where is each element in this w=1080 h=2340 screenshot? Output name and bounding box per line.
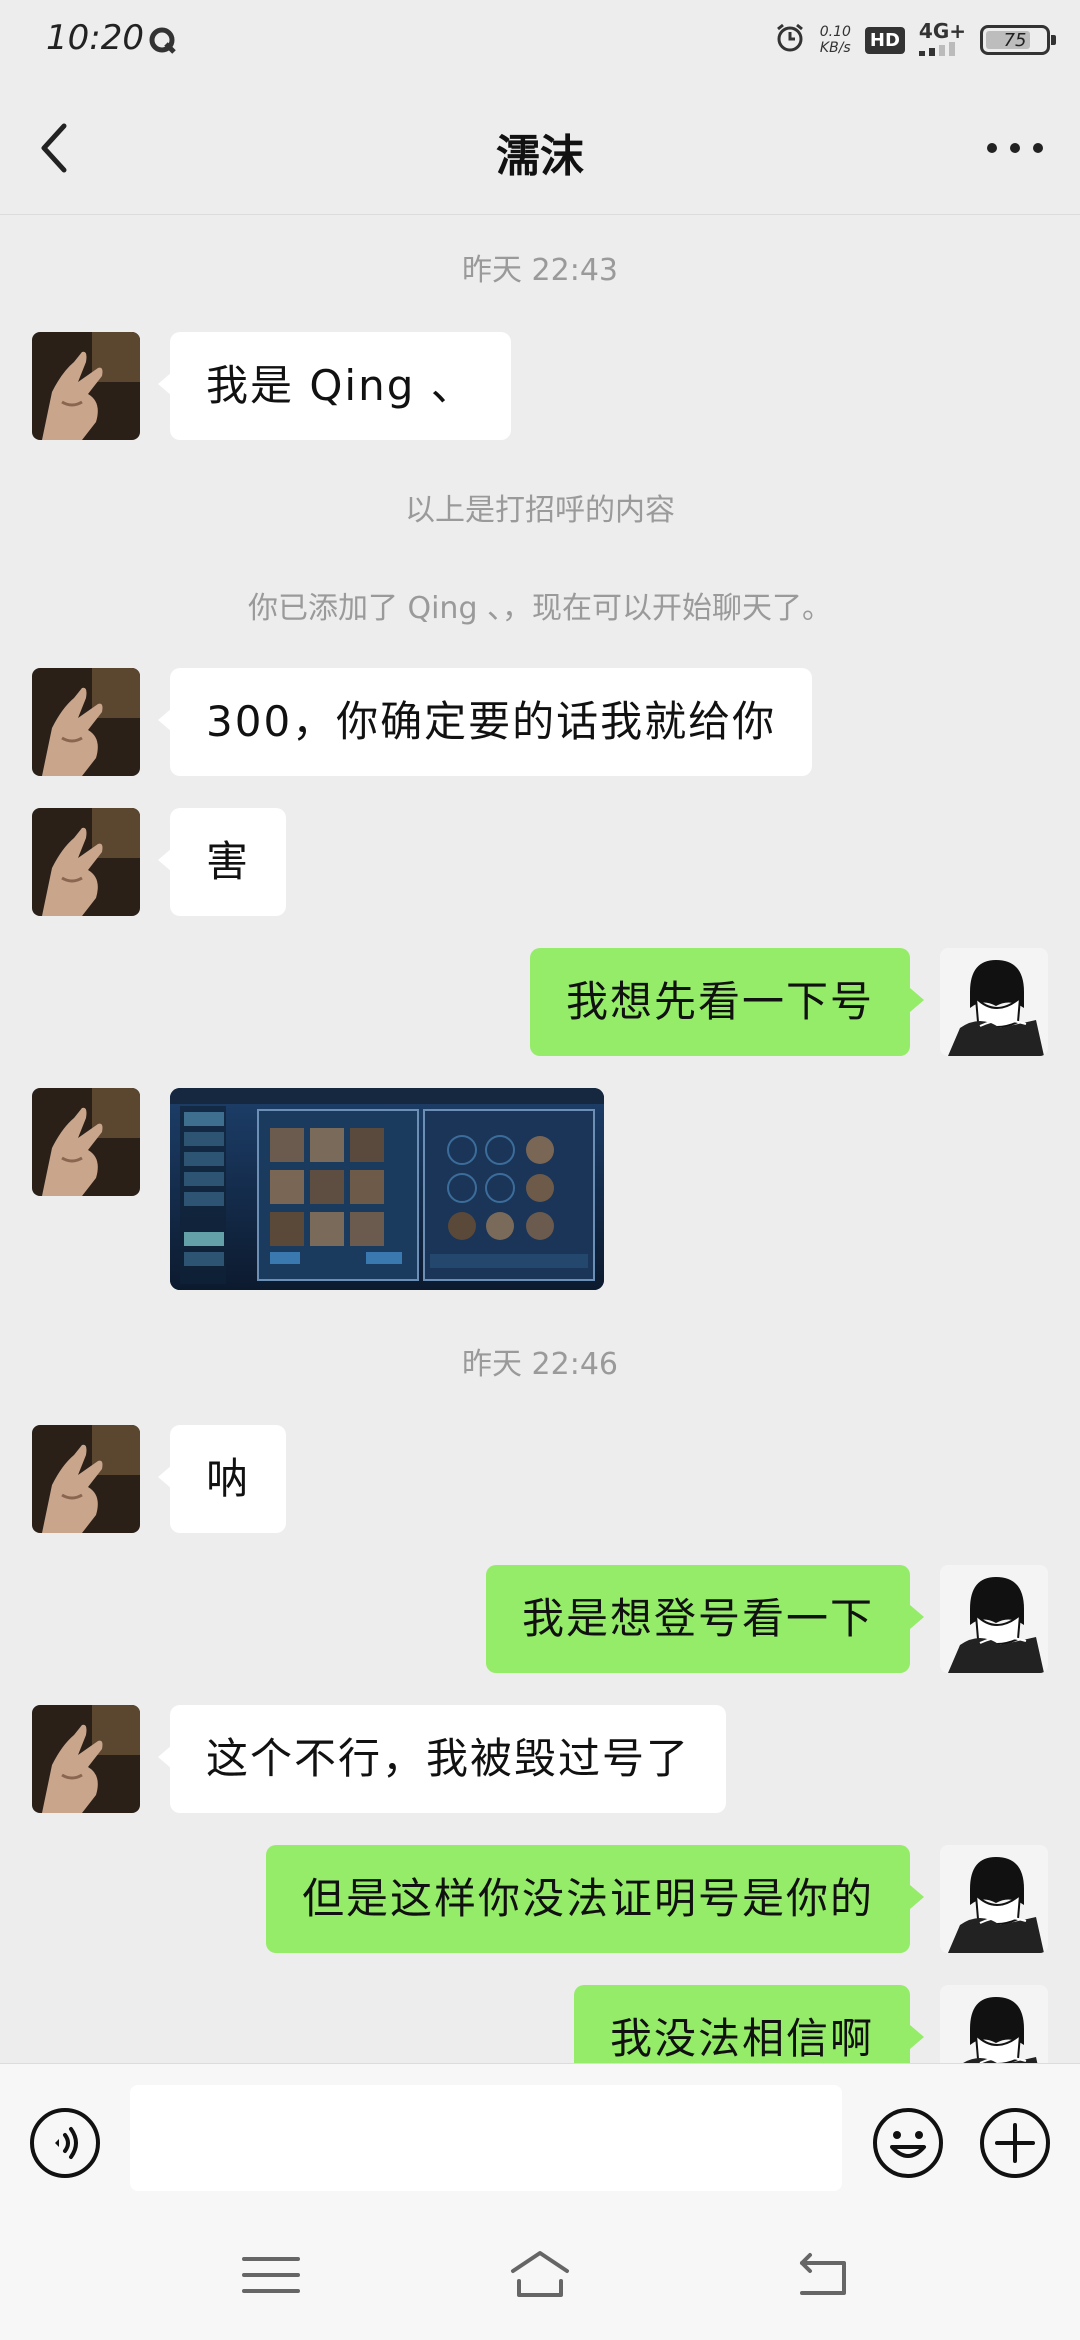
message-bubble-incoming[interactable]: 害 <box>157 808 287 916</box>
message-bubble-outgoing[interactable]: 我想先看一下号 <box>529 948 925 1056</box>
timestamp: 昨天 22:46 <box>462 1347 618 1382</box>
more-button[interactable] <box>980 118 1050 178</box>
message-bubble-incoming[interactable]: 这个不行，我被毁过号了 <box>157 1705 727 1813</box>
my-avatar[interactable] <box>940 1845 1048 1953</box>
message-bubble-outgoing[interactable]: 但是这样你没法证明号是你的 <box>265 1845 925 1953</box>
contact-avatar[interactable] <box>32 332 140 440</box>
home-icon <box>511 2251 569 2297</box>
battery-icon: 75 <box>980 25 1056 55</box>
message-bubble-incoming[interactable]: 300，你确定要的话我就给你 <box>157 668 813 776</box>
nav-menu-button[interactable] <box>238 2247 304 2303</box>
contact-avatar[interactable] <box>32 808 140 916</box>
contact-avatar[interactable] <box>32 1425 140 1533</box>
nav-back-button[interactable] <box>790 2247 856 2303</box>
image-message[interactable] <box>170 1088 604 1290</box>
network-type: 4G+ <box>918 21 966 58</box>
hd-badge: HD <box>864 26 905 54</box>
nav-home-button[interactable] <box>507 2247 573 2303</box>
emoji-button[interactable] <box>872 2107 944 2179</box>
network-speed-value: 0.10 <box>819 24 851 40</box>
system-message: 你已添加了 Qing 、，现在可以开始聊天了。 <box>247 591 833 626</box>
contact-avatar[interactable] <box>32 1088 140 1196</box>
chat-title: 濡沫 <box>496 131 584 182</box>
more-dots-icon <box>987 143 1043 153</box>
my-avatar[interactable] <box>940 1565 1048 1673</box>
message-bubble-incoming[interactable]: 呐 <box>157 1425 287 1533</box>
timestamp: 昨天 22:43 <box>462 253 618 288</box>
plus-icon <box>980 2108 1050 2178</box>
alarm-icon <box>774 22 806 58</box>
back-nav-icon <box>800 2253 846 2295</box>
app-notification-icon <box>148 26 178 56</box>
my-avatar[interactable] <box>940 948 1048 1056</box>
game-screenshot-image <box>170 1088 604 1290</box>
message-bubble-outgoing[interactable]: 我没法相信啊 <box>573 1985 925 2063</box>
emoji-icon <box>873 2108 943 2178</box>
message-bubble-outgoing[interactable]: 我是想登号看一下 <box>485 1565 925 1673</box>
contact-avatar[interactable] <box>32 668 140 776</box>
battery-level: 75 <box>1003 29 1027 51</box>
input-bar <box>0 2063 1080 2214</box>
menu-icon <box>242 2257 300 2293</box>
message-bubble-incoming[interactable]: 我是 Qing 、 <box>158 332 511 440</box>
network-speed: 0.10 KB/s <box>820 24 851 56</box>
my-avatar[interactable] <box>940 1985 1048 2063</box>
system-nav-bar <box>0 2213 1080 2340</box>
chat-header: 濡沫 <box>0 80 1080 215</box>
system-message: 以上是打招呼的内容 <box>405 493 675 528</box>
message-input[interactable] <box>130 2085 842 2191</box>
voice-button[interactable] <box>29 2107 101 2179</box>
status-bar: 10:20 0.10 KB/s HD 4G+ 75 <box>0 0 1080 80</box>
status-time: 10:20 <box>46 18 144 58</box>
voice-icon <box>30 2108 100 2178</box>
contact-avatar[interactable] <box>32 1705 140 1813</box>
chat-messages[interactable]: 昨天 22:43 我是 Qing 、 以上是打招呼的内容 你已添加了 Qing … <box>0 215 1080 2063</box>
network-speed-unit: KB/s <box>819 40 851 56</box>
plus-button[interactable] <box>979 2107 1051 2179</box>
